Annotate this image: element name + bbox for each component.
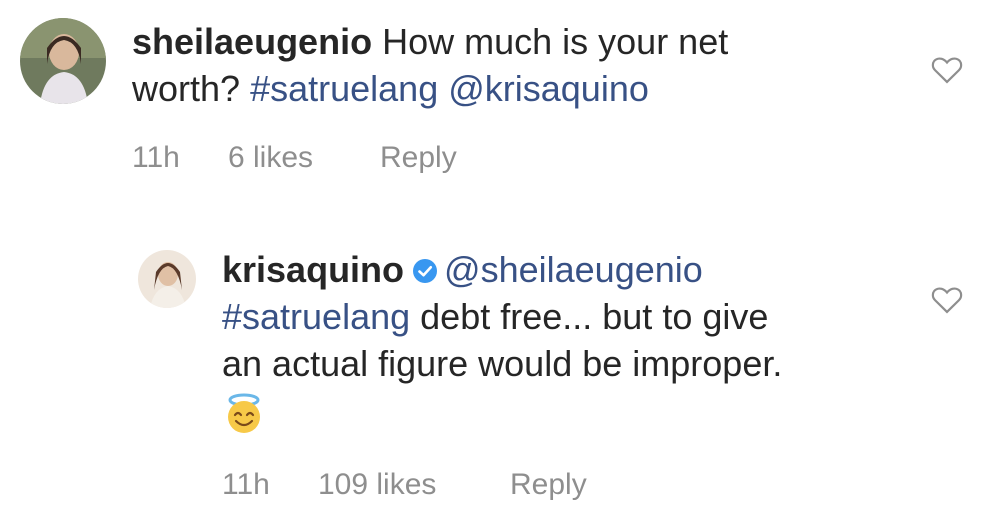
hashtag-link[interactable]: #satruelang: [222, 296, 410, 337]
reply-button[interactable]: Reply: [380, 138, 457, 178]
comment-thread: sheilaeugenio How much is your net worth…: [0, 0, 1000, 506]
comment-text: debt free... but to give: [420, 296, 769, 337]
avatar[interactable]: [20, 18, 106, 104]
hashtag-link[interactable]: #satruelang: [250, 68, 438, 109]
reply-item: krisaquino @sheilaeugenio #satruelang deb…: [138, 246, 922, 505]
comment-likes-count[interactable]: 109 likes: [318, 465, 510, 505]
comment-text: worth?: [132, 68, 241, 109]
comment-timestamp[interactable]: 11h: [132, 138, 228, 178]
comment-text: How much is your net: [382, 21, 729, 62]
profile-photo-icon: [138, 250, 196, 308]
reply-button[interactable]: Reply: [510, 465, 587, 505]
mention-link[interactable]: @sheilaeugenio: [444, 249, 703, 290]
mention-link[interactable]: @krisaquino: [448, 68, 649, 109]
innocent-face-emoji-icon: [228, 393, 260, 434]
comment-meta: 11h 109 likes Reply: [222, 465, 922, 505]
comment-item: sheilaeugenio How much is your net worth…: [20, 18, 912, 178]
verified-badge-icon: [413, 259, 438, 283]
profile-photo-icon: [20, 18, 106, 104]
avatar[interactable]: [138, 250, 196, 308]
comment-text: an actual figure would be improper.: [222, 343, 783, 384]
comment-meta: 11h 6 likes Reply: [132, 138, 912, 178]
comment-username[interactable]: krisaquino: [222, 249, 404, 290]
comment-timestamp[interactable]: 11h: [222, 465, 318, 505]
heart-outline-icon[interactable]: [930, 284, 964, 314]
comment-username[interactable]: sheilaeugenio: [132, 21, 372, 62]
comment-likes-count[interactable]: 6 likes: [228, 138, 380, 178]
heart-outline-icon[interactable]: [930, 54, 964, 84]
